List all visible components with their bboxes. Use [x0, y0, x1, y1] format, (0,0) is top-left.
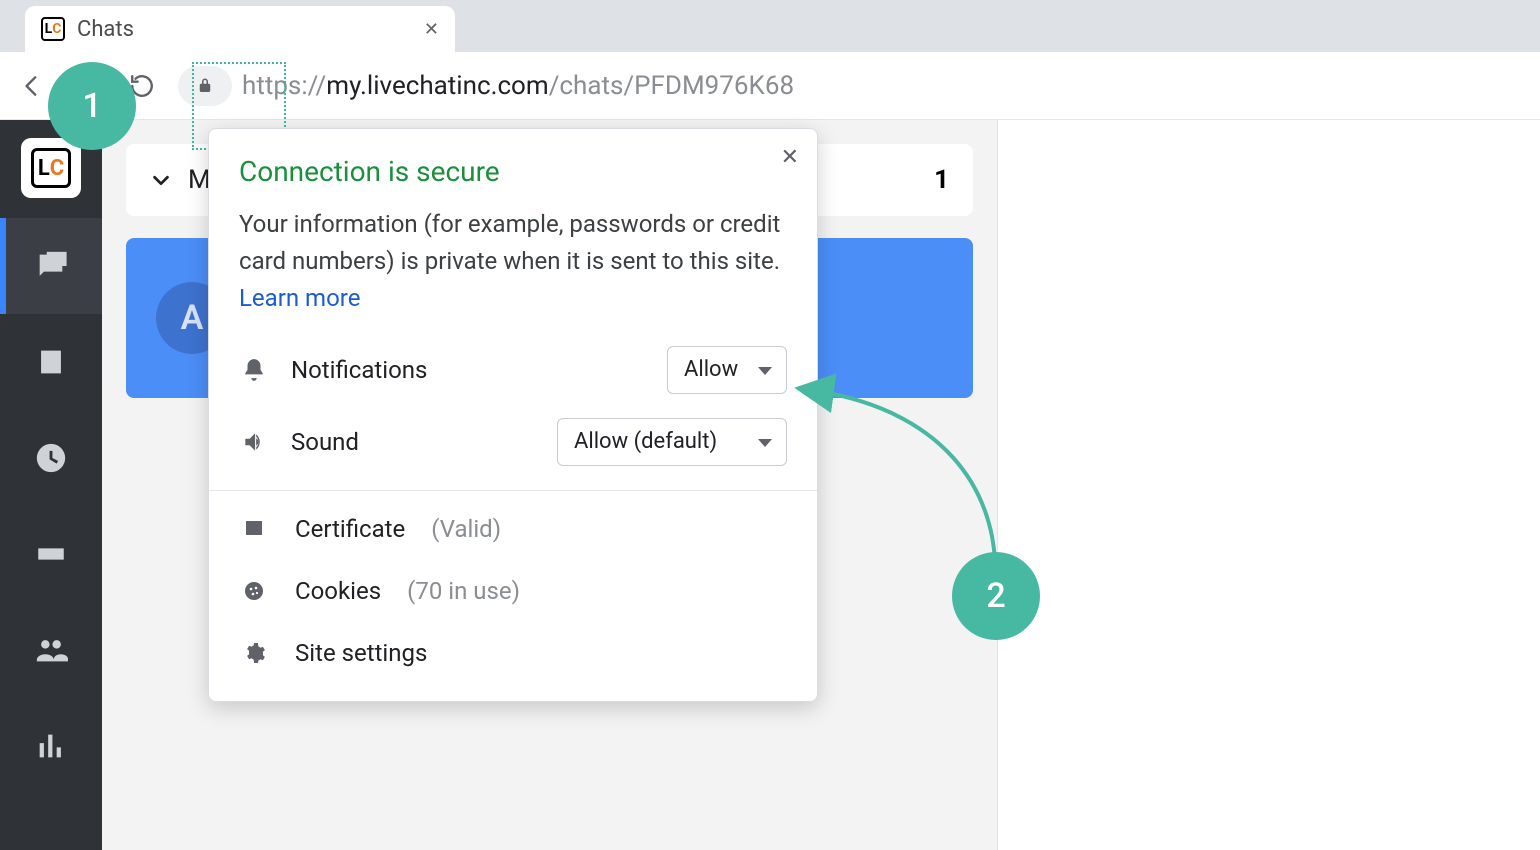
browser-toolbar: https://my.livechatinc.com/chats/PFDM976…: [0, 52, 1540, 120]
app-sidebar: LC: [0, 120, 102, 850]
cookies-row[interactable]: Cookies (70 in use): [239, 577, 787, 605]
favicon-letter-c: C: [52, 21, 61, 37]
sound-label: Sound: [291, 428, 535, 456]
sound-icon: [239, 429, 269, 455]
tab-favicon: LC: [41, 17, 65, 41]
annotation-badge-2: 2: [952, 552, 1040, 640]
url-scheme: https://: [242, 71, 326, 101]
chevron-down-icon: [150, 169, 172, 191]
permission-row-notifications: Notifications Allow: [239, 346, 787, 394]
lock-icon[interactable]: [178, 66, 232, 106]
chat-count: 1: [934, 165, 949, 195]
certificate-status: (Valid): [431, 515, 501, 543]
site-settings-label: Site settings: [295, 639, 427, 667]
cookies-label: Cookies: [295, 577, 381, 605]
certificate-icon: [239, 517, 269, 541]
back-button[interactable]: [18, 72, 46, 100]
browser-tabstrip: LC Chats ✕: [0, 0, 1540, 52]
popover-close-icon[interactable]: ✕: [781, 145, 799, 170]
annotation-badge-1: 1: [48, 62, 136, 150]
url-path: /chats/PFDM976K68: [549, 71, 794, 101]
permission-row-sound: Sound Allow (default): [239, 418, 787, 466]
sidebar-item-chats[interactable]: [0, 218, 102, 314]
certificate-row[interactable]: Certificate (Valid): [239, 515, 787, 543]
address-bar[interactable]: https://my.livechatinc.com/chats/PFDM976…: [178, 66, 1522, 106]
app-logo[interactable]: LC: [21, 138, 81, 198]
sidebar-item-tickets[interactable]: [0, 506, 102, 602]
site-info-popover: ✕ Connection is secure Your information …: [208, 128, 818, 702]
sidebar-item-agents[interactable]: [0, 602, 102, 698]
learn-more-link[interactable]: Learn more: [239, 284, 360, 312]
tab-close-icon[interactable]: ✕: [424, 19, 439, 40]
connection-secure-description: Your information (for example, passwords…: [239, 206, 787, 318]
tab-title: Chats: [77, 17, 412, 42]
certificate-label: Certificate: [295, 515, 405, 543]
sidebar-item-contacts[interactable]: [0, 314, 102, 410]
logo-letter-c: C: [50, 156, 64, 181]
gear-icon: [239, 641, 269, 665]
notifications-value: Allow: [684, 357, 738, 382]
desc-text: Your information (for example, passwords…: [239, 210, 780, 275]
cookie-icon: [239, 579, 269, 603]
favicon-letter-l: L: [45, 21, 53, 37]
notifications-dropdown[interactable]: Allow: [667, 346, 787, 394]
url-host: my.livechatinc.com: [326, 71, 548, 101]
connection-secure-title: Connection is secure: [239, 155, 787, 188]
notifications-label: Notifications: [291, 356, 645, 384]
sound-value: Allow (default): [574, 429, 717, 454]
popover-divider: [209, 490, 817, 491]
site-settings-row[interactable]: Site settings: [239, 639, 787, 667]
sidebar-item-reports[interactable]: [0, 698, 102, 794]
bell-icon: [239, 357, 269, 383]
browser-tab[interactable]: LC Chats ✕: [25, 6, 455, 52]
logo-letter-l: L: [38, 156, 50, 181]
cookies-status: (70 in use): [407, 577, 520, 605]
sound-dropdown[interactable]: Allow (default): [557, 418, 787, 466]
sidebar-item-history[interactable]: [0, 410, 102, 506]
